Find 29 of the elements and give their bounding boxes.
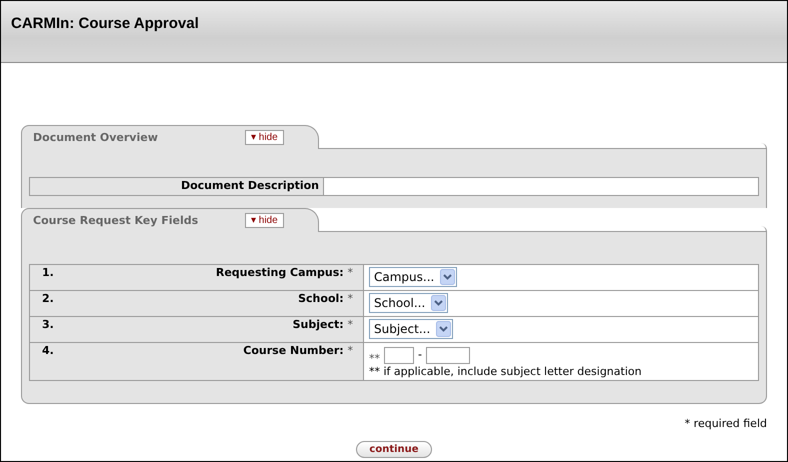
- input-field[interactable]: [384, 346, 414, 364]
- dropdown[interactable]: Campus...: [369, 266, 458, 286]
- dropdown[interactable]: Subject...: [369, 318, 454, 338]
- row-number: 2.: [30, 290, 70, 316]
- field-label: Subject: *: [70, 316, 364, 342]
- required-marker: **: [369, 352, 380, 364]
- required-note: * required field: [684, 416, 767, 432]
- field-label: Requesting Campus: *: [70, 264, 364, 290]
- chevron-icon: [436, 320, 452, 336]
- hide-toggle[interactable]: ▾ hide: [245, 130, 284, 145]
- chevron-icon: [440, 268, 456, 284]
- hide-toggle[interactable]: ▾ hide: [245, 212, 284, 228]
- input-field[interactable]: [426, 346, 470, 364]
- chevron-icon: [431, 294, 446, 310]
- section-title: Course Request Key Fields: [33, 212, 200, 228]
- section-title: Document Overview: [33, 130, 159, 146]
- row-number: 1.: [30, 264, 70, 290]
- field-label: Document Description: [30, 178, 324, 195]
- row-number: 4.: [30, 342, 70, 380]
- separator: -: [418, 347, 422, 363]
- caret-icon: ▾: [251, 214, 256, 226]
- row-number: 3.: [30, 316, 70, 342]
- field-label: School: *: [70, 290, 364, 316]
- hint-text: ** if applicable, include subject letter designation: [369, 364, 643, 380]
- page-title: CARMIn: Course Approval: [11, 14, 200, 34]
- dropdown[interactable]: School...: [369, 292, 448, 312]
- continue-button[interactable]: continue: [356, 440, 432, 458]
- caret-icon: ▾: [251, 132, 256, 143]
- field-label: Course Number: *: [70, 342, 364, 380]
